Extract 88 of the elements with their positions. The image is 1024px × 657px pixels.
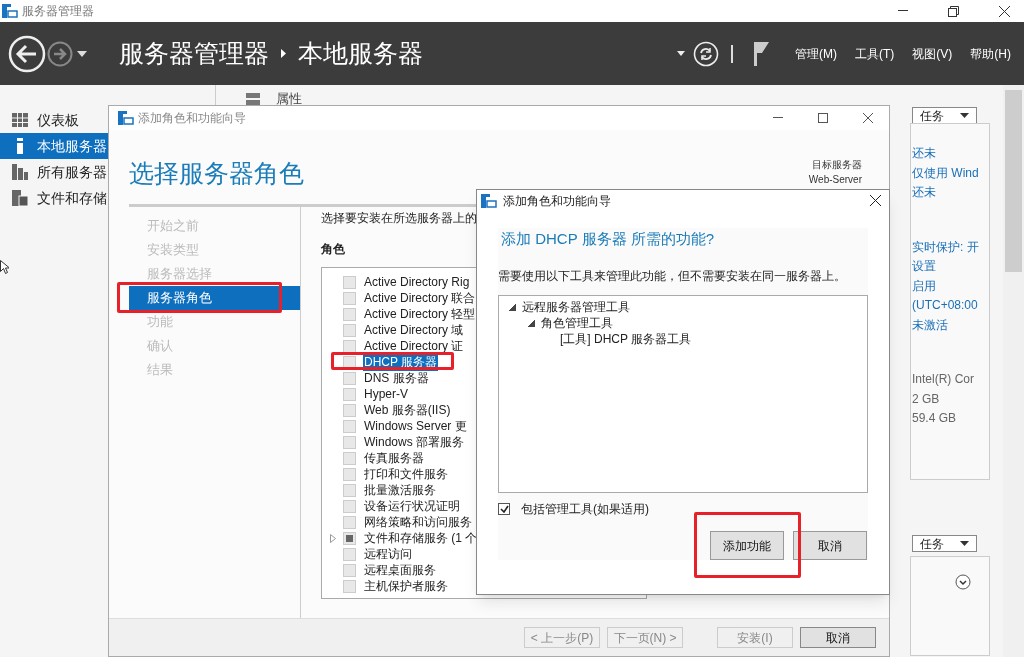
role-item[interactable]: 批量激活服务 <box>363 481 437 499</box>
menu-item[interactable]: 视图(V) <box>912 44 953 63</box>
window-title: 服务器管理器 <box>22 3 94 20</box>
roles-heading: 角色 <box>321 241 346 258</box>
breadcrumb-item[interactable]: 服务器管理器 <box>119 34 269 73</box>
role-item[interactable]: 远程访问 <box>363 545 413 563</box>
expand-icon[interactable] <box>955 574 971 590</box>
dialog-title: 添加角色和功能向导 <box>503 192 611 210</box>
property-link[interactable]: 还未 <box>912 183 989 203</box>
flag-icon[interactable] <box>753 41 769 66</box>
page-heading: 选择服务器角色 <box>129 158 304 189</box>
dialog-button[interactable]: 添加功能 <box>710 531 784 560</box>
checkbox-label[interactable]: 包括管理工具(如果适用) <box>521 500 649 518</box>
caret-icon <box>960 541 969 546</box>
role-item[interactable]: 主机保护者服务 <box>363 577 449 595</box>
role-item[interactable]: 设备运行状况证明 <box>363 497 461 515</box>
maximize-icon[interactable] <box>818 113 828 123</box>
property-link[interactable]: 启用 <box>912 276 989 296</box>
back-icon[interactable] <box>8 34 46 73</box>
property-link[interactable]: 实时保护: 开 <box>912 237 989 257</box>
tree-item[interactable]: 远程服务器管理工具 <box>522 298 630 316</box>
sidebar-item[interactable]: 所有服务器 <box>0 159 108 185</box>
property-link[interactable]: 仅使用 Wind <box>912 163 989 183</box>
close-icon[interactable] <box>870 195 881 207</box>
refresh-icon[interactable] <box>693 40 719 67</box>
role-item[interactable]: Active Directory Rig <box>363 273 471 291</box>
role-item[interactable]: 打印和文件服务 <box>363 465 449 483</box>
collapse-arrow-icon[interactable] <box>528 319 535 327</box>
menu-item[interactable]: 管理(M) <box>795 44 837 63</box>
expand-arrow-icon[interactable] <box>330 533 336 543</box>
close-icon[interactable] <box>999 5 1010 17</box>
wizard-step[interactable]: 服务器角色 <box>129 286 300 310</box>
server-manager-icon <box>118 111 134 125</box>
role-item[interactable]: Active Directory 域 <box>363 321 465 339</box>
target-server: Web-Server <box>808 173 862 187</box>
role-item[interactable]: Windows 部署服务 <box>363 433 465 451</box>
target-label: 目标服务器 <box>812 158 862 172</box>
tree-item[interactable]: [工具] DHCP 服务器工具 <box>560 330 692 348</box>
role-item[interactable]: 远程桌面服务 <box>363 561 437 579</box>
list-icon <box>246 92 260 105</box>
caret-icon <box>960 113 969 118</box>
role-item[interactable]: 文件和存储服务 (1 个 <box>363 529 479 547</box>
dropdown-icon[interactable] <box>677 51 685 56</box>
checkbox[interactable] <box>498 503 510 515</box>
restore-icon[interactable] <box>948 5 959 17</box>
server-manager-icon <box>481 193 497 208</box>
dialog-button[interactable]: 取消 <box>793 531 867 560</box>
dropdown-icon[interactable] <box>77 50 87 57</box>
description-text: 选择要安装在所选服务器上的 <box>321 210 478 227</box>
tasks-button[interactable]: 任务 <box>912 535 977 552</box>
role-item[interactable]: Web 服务器(IIS) <box>363 401 452 419</box>
menu-item[interactable]: 帮助(H) <box>970 44 1011 63</box>
property-value: 59.4 GB <box>912 410 958 427</box>
section-title: 属性 <box>276 90 302 108</box>
dialog-message: 需要使用以下工具来管理此功能，但不需要安装在同一服务器上。 <box>498 268 847 284</box>
role-item[interactable]: Hyper-V <box>363 385 409 403</box>
minimize-icon[interactable] <box>773 117 783 119</box>
property-link[interactable]: 还未 <box>912 144 989 164</box>
wizard-button[interactable]: 取消 <box>800 627 876 648</box>
role-item[interactable]: 传真服务器 <box>363 449 425 467</box>
role-item[interactable]: DNS 服务器 <box>363 369 430 387</box>
role-item[interactable]: Active Directory 联合 <box>363 289 477 307</box>
menu-item[interactable]: 工具(T) <box>855 44 895 63</box>
breadcrumb-separator-icon <box>281 49 286 58</box>
collapse-arrow-icon[interactable] <box>509 303 516 311</box>
server-manager-icon <box>2 4 18 18</box>
role-item[interactable]: Active Directory 轻型 <box>363 305 477 323</box>
scrollbar[interactable] <box>1003 85 1024 657</box>
property-link[interactable]: 设置 <box>912 257 989 277</box>
window-title: 添加角色和功能向导 <box>138 110 246 127</box>
role-item[interactable]: Active Directory 证 <box>363 337 465 355</box>
role-item[interactable]: 网络策略和访问服务 <box>363 513 473 531</box>
property-value: Intel(R) Cor <box>912 371 975 388</box>
breadcrumb-item[interactable]: 本地服务器 <box>298 34 423 73</box>
property-value: 2 GB <box>912 390 941 408</box>
tree-item[interactable]: 角色管理工具 <box>541 314 613 332</box>
property-link[interactable]: 未激活 <box>912 315 989 335</box>
servers-icon <box>12 164 28 180</box>
role-item[interactable]: Windows Server 更 <box>363 417 468 435</box>
minimize-icon[interactable] <box>898 10 908 12</box>
sidebar-item[interactable]: 仪表板 <box>0 107 108 133</box>
close-icon[interactable] <box>863 113 873 123</box>
sidebar-item[interactable]: 文件和存储 <box>0 185 108 211</box>
grid-icon <box>12 113 28 127</box>
sidebar-item[interactable]: 本地服务器 <box>0 133 108 159</box>
property-link[interactable]: (UTC+08:00 <box>912 296 989 316</box>
storage-icon <box>12 190 28 206</box>
dialog-heading: 添加 DHCP 服务器 所需的功能? <box>500 229 716 250</box>
